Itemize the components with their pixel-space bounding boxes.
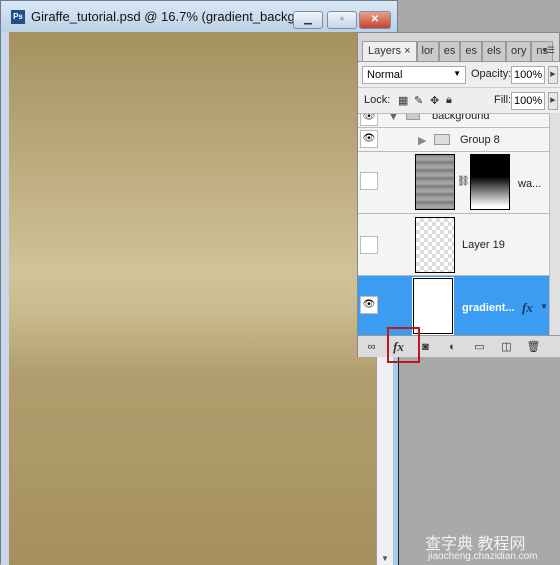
layer-name: Layer 19: [462, 239, 505, 251]
fx-badge-icon[interactable]: fx: [522, 300, 533, 316]
panel-menu-icon[interactable]: ▾☰: [542, 45, 555, 56]
layer-row[interactable]: 👁︎ ▶ Group 8: [358, 128, 549, 152]
adjustment-icon[interactable]: ◐: [439, 341, 466, 353]
eye-icon[interactable]: 👁︎: [360, 296, 378, 314]
panel-tabs: Layers × lor es es els ory ns: [362, 41, 553, 61]
eye-icon[interactable]: 👁︎: [360, 114, 378, 126]
layers-list: 👁︎ ▼ background 👁︎ ▶ Group 8 ⛓ wa... Lay…: [358, 113, 549, 335]
blend-mode-select[interactable]: Normal ▼: [362, 66, 466, 84]
folder-icon[interactable]: ▭: [466, 340, 493, 353]
lock-all-icon[interactable]: 🔒︎: [446, 94, 452, 107]
layers-scrollbar[interactable]: [549, 113, 560, 335]
folder-icon: [434, 134, 450, 145]
tab-swatches[interactable]: es: [438, 41, 461, 61]
lock-transparency-icon[interactable]: ▦: [398, 94, 408, 107]
watermark-url: jiaocheng.chazidian.com: [428, 551, 538, 562]
window-border: [1, 32, 9, 565]
link-icon[interactable]: ⛓: [457, 176, 470, 187]
layer-thumbnail: [415, 154, 455, 210]
layer-name: gradient...: [462, 302, 515, 314]
document-window: Ps Giraffe_tutorial.psd @ 16.7% (gradien…: [0, 0, 399, 565]
layer-name: Group 8: [460, 134, 500, 146]
highlight-box: [387, 327, 420, 363]
scroll-down-icon[interactable]: ▼: [381, 554, 389, 563]
tab-styles[interactable]: es: [460, 41, 482, 61]
fill-label: Fill:: [494, 94, 512, 106]
layer-row[interactable]: 👁︎ ▼ background: [358, 113, 549, 128]
visibility-toggle[interactable]: [360, 172, 378, 190]
lock-brush-icon[interactable]: ✎: [414, 94, 423, 107]
layer-name: background: [432, 113, 490, 122]
opacity-input[interactable]: 100%: [511, 66, 545, 84]
opacity-label: Opacity:: [471, 68, 512, 80]
opacity-slider-button[interactable]: ▶: [548, 66, 558, 84]
blend-row: Normal ▼ Opacity: 100% ▶: [358, 61, 560, 87]
folder-icon: [406, 114, 420, 120]
layers-panel: Layers × lor es es els ory ns ▾☰ Normal ▼…: [357, 32, 560, 357]
tab-channels[interactable]: els: [481, 41, 507, 61]
mask-thumbnail[interactable]: [470, 154, 510, 210]
close-button[interactable]: ✕: [359, 11, 391, 29]
visibility-toggle[interactable]: [360, 236, 378, 254]
expand-effects-icon[interactable]: ▼: [540, 302, 548, 311]
new-layer-icon[interactable]: ◫: [493, 340, 520, 353]
layer-row[interactable]: ⛓ wa...: [358, 152, 549, 214]
canvas[interactable]: [9, 32, 376, 565]
restore-button[interactable]: ▫: [327, 11, 357, 29]
lock-row: Lock: ▦ ✎ ✥ 🔒︎ Fill: 100% ▶: [358, 87, 560, 113]
tab-history[interactable]: ory: [506, 41, 532, 61]
tab-layers[interactable]: Layers ×: [362, 41, 417, 61]
trash-icon[interactable]: 🗑︎: [520, 340, 547, 353]
lock-move-icon[interactable]: ✥: [430, 94, 439, 107]
layer-thumbnail: [412, 277, 454, 335]
layer-name: wa...: [518, 178, 542, 190]
lock-label: Lock:: [364, 94, 391, 106]
layer-thumbnail: [415, 217, 455, 273]
eye-icon[interactable]: 👁︎: [360, 130, 378, 148]
title-bar[interactable]: Ps Giraffe_tutorial.psd @ 16.7% (gradien…: [1, 1, 397, 32]
expand-arrow-icon[interactable]: ▶: [418, 134, 426, 147]
expand-arrow-icon[interactable]: ▼: [388, 114, 399, 123]
fill-input[interactable]: 100%: [511, 92, 545, 110]
minimize-button[interactable]: ▁: [293, 11, 323, 29]
layer-row[interactable]: Layer 19: [358, 214, 549, 276]
document-title: Giraffe_tutorial.psd @ 16.7% (gradient_b…: [31, 9, 318, 24]
link-icon[interactable]: ∞: [358, 341, 385, 353]
fill-slider-button[interactable]: ▶: [548, 92, 558, 110]
photoshop-icon: Ps: [11, 9, 25, 24]
blend-mode-value: Normal: [367, 69, 403, 81]
tab-colors[interactable]: lor: [416, 41, 439, 61]
chevron-down-icon: ▼: [453, 69, 461, 78]
